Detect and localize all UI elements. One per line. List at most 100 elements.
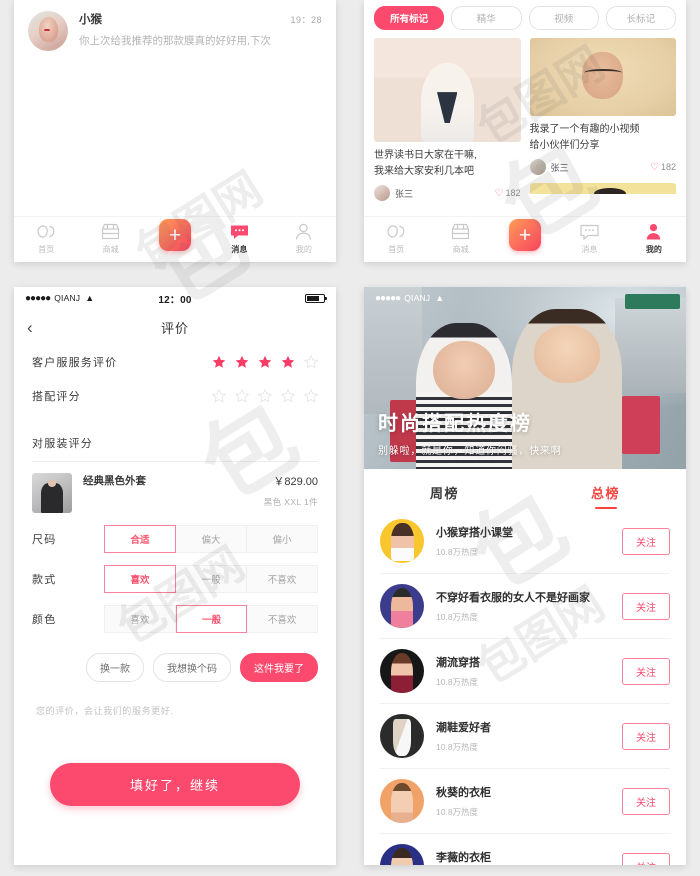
star-icon-filled[interactable] xyxy=(258,355,272,369)
keep-item-button[interactable]: 这件我要了 xyxy=(240,653,318,682)
status-bar: ●●●●● QIANJ ▲ 12：00 xyxy=(14,287,336,309)
feed-card-author: 张三 xyxy=(550,162,569,173)
chip-video[interactable]: 视频 xyxy=(528,6,599,30)
cta-container: 填好了，继续 xyxy=(14,717,336,806)
plus-icon[interactable]: + xyxy=(159,219,192,251)
feed-card-image xyxy=(529,38,676,116)
feed-card-image xyxy=(374,38,521,142)
tab-messages[interactable]: 消息 xyxy=(557,222,621,255)
tab-home-label: 首页 xyxy=(38,245,55,254)
star-icon-empty[interactable] xyxy=(235,389,249,403)
option-group: 喜欢 一般 不喜欢 xyxy=(104,565,318,593)
star-icon-filled[interactable] xyxy=(235,355,249,369)
hero-photo-building-right xyxy=(615,297,686,393)
list-item[interactable]: 小猴穿搭小课堂 10.8万热度 关注 xyxy=(380,509,670,574)
product-summary: 经典黑色外套 ￥829.00 黑色 XXL 1件 xyxy=(14,462,336,519)
tab-messages[interactable]: 消息 xyxy=(207,222,271,255)
option-style-like[interactable]: 喜欢 xyxy=(104,565,176,593)
tab-shop-label: 商城 xyxy=(102,245,119,254)
star-icon-empty[interactable] xyxy=(281,389,295,403)
star-icon-empty[interactable] xyxy=(212,389,226,403)
change-item-button[interactable]: 换一款 xyxy=(86,653,144,682)
feed-card-title: 世界读书日大家在干嘛, 我来给大家安利几本吧 xyxy=(374,150,477,177)
option-style-dislike[interactable]: 不喜欢 xyxy=(247,565,318,593)
option-color-dislike[interactable]: 不喜欢 xyxy=(247,605,319,633)
tab-create[interactable]: + xyxy=(493,219,557,251)
feed-card-author: 张三 xyxy=(395,188,414,199)
star-rating-service[interactable] xyxy=(212,355,318,369)
feed-card-partial[interactable] xyxy=(529,183,676,194)
star-icon-empty[interactable] xyxy=(258,389,272,403)
account-name: 李薇的衣柜 xyxy=(436,852,491,864)
mockup-sheet: 小猴 19：28 你上次给我推荐的那款膜真的好好用,下次 首页 商城 + 消息 … xyxy=(0,0,700,876)
carrier-name: QIANJ xyxy=(54,293,81,303)
like-count[interactable]: ♡ 182 xyxy=(495,188,521,199)
tab-profile[interactable]: 我的 xyxy=(622,222,686,255)
tab-weekly-rank[interactable]: 周榜 xyxy=(364,483,525,509)
heat-value: 10.8万热度 xyxy=(436,807,479,817)
option-color-ok[interactable]: 一般 xyxy=(175,605,248,633)
option-size-small[interactable]: 偏小 xyxy=(247,525,318,553)
feed-screen: 所有标记 精华 视频 长标记 世界读书日大家在干嘛, 我来给大家安利几本吧 张三… xyxy=(364,0,686,262)
list-item[interactable]: 秋葵的衣柜 10.8万热度 关注 xyxy=(380,769,670,834)
tab-profile-label: 我的 xyxy=(645,245,662,254)
signal-dots-icon: ●●●●● xyxy=(25,292,51,304)
tab-overall-rank[interactable]: 总榜 xyxy=(525,483,686,509)
feed-card[interactable]: 世界读书日大家在干嘛, 我来给大家安利几本吧 张三 ♡ 182 xyxy=(374,38,521,201)
like-count[interactable]: ♡ 182 xyxy=(650,162,676,173)
option-size-fit[interactable]: 合适 xyxy=(104,525,176,553)
follow-button[interactable]: 关注 xyxy=(622,527,670,555)
tab-home[interactable]: 首页 xyxy=(14,222,78,255)
list-item[interactable]: 潮流穿搭 10.8万热度 关注 xyxy=(380,639,670,704)
option-size-large[interactable]: 偏大 xyxy=(176,525,247,553)
tab-create[interactable]: + xyxy=(143,219,207,251)
plus-icon[interactable]: + xyxy=(509,219,542,251)
submit-button[interactable]: 填好了，继续 xyxy=(50,763,300,806)
chip-essence[interactable]: 精华 xyxy=(451,6,522,30)
star-icon-filled[interactable] xyxy=(281,355,295,369)
wifi-icon: ▲ xyxy=(435,293,445,303)
navigation-bar: ‹ 评价 xyxy=(14,309,336,345)
star-rating-match[interactable] xyxy=(212,389,318,403)
follow-button[interactable]: 关注 xyxy=(622,657,670,685)
ranking-list: 小猴穿搭小课堂 10.8万热度 关注 不穿好看衣服的女人不是好画家 10.8万热… xyxy=(364,509,686,865)
conversation-list-item[interactable]: 小猴 19：28 你上次给我推荐的那款膜真的好好用,下次 xyxy=(14,0,336,51)
page-title: 评价 xyxy=(160,320,189,336)
follow-button[interactable]: 关注 xyxy=(622,852,670,865)
feed-card[interactable]: 我录了一个有趣的小视频 给小伙伴们分享 张三 ♡ 182 xyxy=(529,38,676,175)
hero-banner[interactable]: ●●●●● QIANJ ▲ 时尚搭配热度榜 别躲啦，就是你，知道你闷骚，快来啊 xyxy=(364,287,686,469)
conversation-preview: 你上次给我推荐的那款膜真的好好用,下次 xyxy=(79,35,271,47)
avatar xyxy=(529,159,546,175)
tab-home[interactable]: 首页 xyxy=(364,222,428,255)
change-size-button[interactable]: 我想换个码 xyxy=(153,653,231,682)
avatar xyxy=(380,519,424,563)
star-icon-empty[interactable] xyxy=(304,355,318,369)
list-item[interactable]: 潮鞋爱好者 10.8万热度 关注 xyxy=(380,704,670,769)
product-name: 经典黑色外套 xyxy=(83,475,146,487)
star-icon-filled[interactable] xyxy=(212,355,226,369)
star-icon-empty[interactable] xyxy=(304,389,318,403)
tab-shop[interactable]: 商城 xyxy=(78,222,142,255)
helper-text: 您的评价，会让我们的服务更好. xyxy=(36,706,174,716)
avatar xyxy=(380,779,424,823)
follow-button[interactable]: 关注 xyxy=(622,722,670,750)
tab-messages-label: 消息 xyxy=(581,245,598,254)
tab-profile[interactable]: 我的 xyxy=(272,222,336,255)
avatar xyxy=(380,714,424,758)
follow-button[interactable]: 关注 xyxy=(622,592,670,620)
list-item[interactable]: 不穿好看衣服的女人不是好画家 10.8万热度 关注 xyxy=(380,574,670,639)
tab-shop[interactable]: 商城 xyxy=(428,222,492,255)
tab-profile-label: 我的 xyxy=(295,245,312,254)
hero-subtitle: 别躲啦，就是你，知道你闷骚，快来啊 xyxy=(378,446,562,457)
chip-long-mark[interactable]: 长标记 xyxy=(605,6,676,30)
option-style-ok[interactable]: 一般 xyxy=(176,565,247,593)
option-color-like[interactable]: 喜欢 xyxy=(104,605,176,633)
follow-button[interactable]: 关注 xyxy=(622,787,670,815)
bottom-tab-bar: 首页 商城 + 消息 我的 xyxy=(364,216,686,262)
chip-all-marks[interactable]: 所有标记 xyxy=(374,6,445,30)
list-item[interactable]: 李薇的衣柜 10.8万热度 关注 xyxy=(380,834,670,865)
like-count-value: 182 xyxy=(660,162,676,172)
conversation-name: 小猴 xyxy=(79,14,102,26)
avatar xyxy=(380,844,424,865)
option-group: 喜欢 一般 不喜欢 xyxy=(104,605,319,633)
